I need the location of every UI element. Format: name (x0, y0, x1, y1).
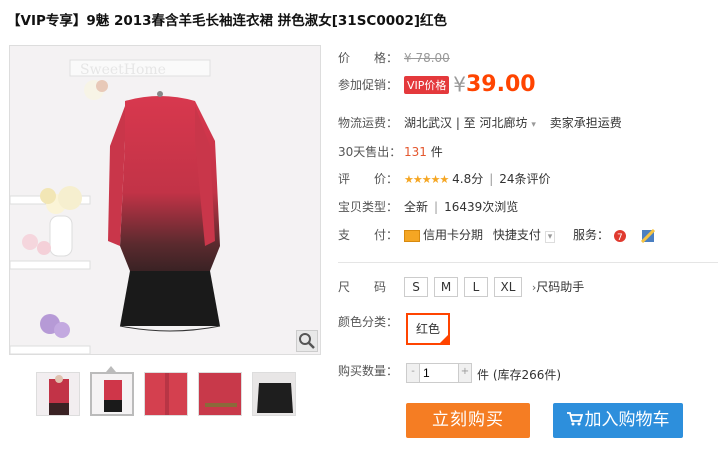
quantity-stepper[interactable]: - + (406, 363, 472, 383)
sold-label: 30天售出： (338, 145, 402, 159)
sold-row: 30天售出： 131 件 (338, 143, 443, 160)
color-label: 颜色分类： (338, 315, 399, 329)
rating-label: 评 价： (338, 172, 399, 186)
condition: 全新 (404, 200, 429, 214)
color-row: 颜色分类： (338, 313, 404, 330)
size-option-xl[interactable]: XL (494, 277, 522, 297)
divider (338, 262, 718, 263)
color-option-label: 红色 (415, 322, 440, 336)
size-option-m[interactable]: M (434, 277, 458, 297)
main-product-image[interactable]: SweetHome (9, 45, 321, 355)
size-helper-link[interactable]: 尺码助手 (536, 280, 584, 294)
stock-info: 件 (库存266件) (477, 366, 561, 383)
thumbnail-2[interactable] (90, 372, 134, 416)
decrease-button[interactable]: - (407, 364, 420, 382)
rating-row: 评 价： ★★★★★ 4.8分 | 24条评价 (338, 172, 551, 186)
add-to-cart-label: 加入购物车 (584, 410, 670, 430)
thumbnail-4[interactable] (198, 372, 242, 416)
add-to-cart-button[interactable]: 加入购物车 (553, 403, 683, 438)
size-option-s[interactable]: S (404, 277, 428, 297)
currency-symbol: ¥ (453, 72, 466, 97)
product-title: 【VIP专享】9魅 2013春含羊毛长袖连衣裙 拼色淑女[31SC0002]红色 (7, 13, 448, 29)
view-count: 16439次浏览 (444, 200, 519, 214)
increase-button[interactable]: + (458, 364, 471, 382)
sold-count: 131 (404, 145, 427, 159)
quantity-input[interactable] (420, 364, 458, 382)
price-label: 价 格： (338, 51, 399, 65)
chevron-down-icon[interactable]: ▾ (531, 120, 536, 130)
quantity-row: 购买数量： (338, 362, 404, 379)
buy-now-button[interactable]: 立刻购买 (406, 403, 530, 438)
stock-count: (库存266件) (492, 368, 562, 382)
thumbnail-5[interactable] (252, 372, 296, 416)
quantity-label: 购买数量： (338, 364, 399, 378)
sold-unit: 件 (430, 145, 443, 159)
svg-text:7: 7 (617, 233, 623, 243)
product-photo: SweetHome (10, 46, 320, 354)
shipping-label: 物流运费： (338, 116, 399, 130)
shipping-row: 物流运费： 湖北武汉 | 至 河北廊坊 ▾ 卖家承担运费 (338, 114, 622, 131)
thumbnail-3[interactable] (144, 372, 188, 416)
shipping-fee: 卖家承担运费 (549, 116, 622, 130)
size-label: 尺 码 (338, 280, 387, 294)
vip-price-badge: VIP价格 (404, 75, 450, 94)
wall-text: SweetHome (80, 62, 166, 78)
review-count-link[interactable]: 24条评价 (499, 172, 550, 186)
shipping-route[interactable]: 湖北武汉 | 至 河北廊坊 (404, 116, 528, 130)
type-row: 宝贝类型： 全新 | 16439次浏览 (338, 200, 519, 214)
original-price: ¥ 78.00 (404, 51, 450, 65)
payment-dropdown-icon[interactable]: ▾ (544, 231, 556, 243)
seven-day-return-icon[interactable]: 7 (613, 229, 627, 243)
selected-check-icon (440, 335, 448, 343)
price-row: 价 格： ¥ 78.00 (338, 49, 450, 66)
size-option-l[interactable]: L (464, 277, 488, 297)
promo-label: 参加促销： (338, 78, 399, 92)
thumbnail-1[interactable] (36, 372, 80, 416)
service-label: 服务： (573, 228, 610, 242)
credit-card-icon (404, 229, 420, 242)
rating-score: 4.8分 (452, 172, 484, 186)
payment-row: 支 付： 信用卡分期 快捷支付 ▾ 服务： 7 (338, 226, 655, 243)
magnifier-icon (299, 333, 315, 349)
credit-installment[interactable]: 信用卡分期 (423, 228, 483, 242)
promo-row: 参加促销： VIP价格 ¥39.00 (338, 72, 536, 97)
zoom-button[interactable] (296, 330, 318, 352)
payment-label: 支 付： (338, 228, 399, 242)
type-label: 宝贝类型： (338, 200, 399, 214)
promo-price: 39.00 (465, 72, 536, 97)
color-option-red[interactable]: 红色 (406, 313, 450, 345)
star-rating-icon: ★★★★★ (404, 173, 449, 186)
quick-pay[interactable]: 快捷支付 (493, 228, 541, 242)
size-row: 尺 码 S M L XL ›尺码助手 (338, 277, 584, 297)
quantity-unit: 件 (477, 368, 490, 382)
cart-icon (566, 412, 583, 426)
guarantee-icon[interactable] (640, 228, 655, 243)
